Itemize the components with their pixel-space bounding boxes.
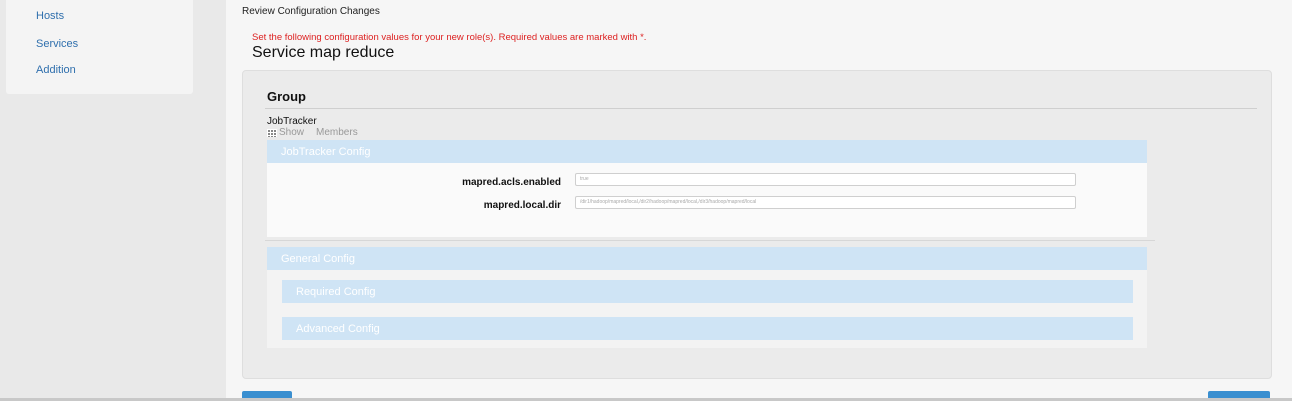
divider (265, 108, 1257, 109)
sidebar: Hosts Services Addition (6, 0, 193, 94)
main-content: Review Configuration Changes Set the fol… (226, 0, 1292, 401)
field-label-acls: mapred.acls.enabled (462, 177, 561, 188)
group-heading: Group (267, 89, 306, 104)
field-label-local-dir: mapred.local.dir (483, 200, 561, 211)
required-values-warning: Set the following configuration values f… (252, 32, 647, 43)
section-title: General Config (281, 252, 355, 265)
members-link[interactable]: Members (316, 127, 358, 138)
general-config-header[interactable]: General Config (267, 247, 1147, 270)
jobtracker-config-header[interactable]: JobTracker Config (267, 140, 1147, 163)
sidebar-item-hosts[interactable]: Hosts (36, 10, 64, 22)
service-title: Service map reduce (252, 44, 395, 61)
show-members-toggle[interactable]: Show Members (267, 127, 358, 138)
grid-icon (267, 128, 277, 137)
config-panel: Group JobTracker Show Members JobTracker… (242, 70, 1272, 379)
sidebar-item-services[interactable]: Services (36, 38, 78, 50)
mapred-acls-enabled-input[interactable]: true (575, 173, 1076, 186)
jobtracker-config-body: mapred.acls.enabled true mapred.local.di… (267, 163, 1147, 237)
advanced-config-header[interactable]: Advanced Config (282, 317, 1133, 340)
role-name: JobTracker (267, 116, 317, 127)
mapred-local-dir-input[interactable]: /dir1/hadoop/mapred/local,/dir2/hadoop/m… (575, 196, 1076, 209)
show-link[interactable]: Show (279, 127, 304, 138)
sidebar-item-addition[interactable]: Addition (36, 64, 76, 76)
section-title: Required Config (296, 285, 376, 298)
required-config-header[interactable]: Required Config (282, 280, 1133, 303)
section-title: Advanced Config (296, 322, 380, 335)
page-title: Review Configuration Changes (242, 6, 380, 17)
section-title: JobTracker Config (281, 145, 371, 158)
divider (265, 240, 1155, 241)
